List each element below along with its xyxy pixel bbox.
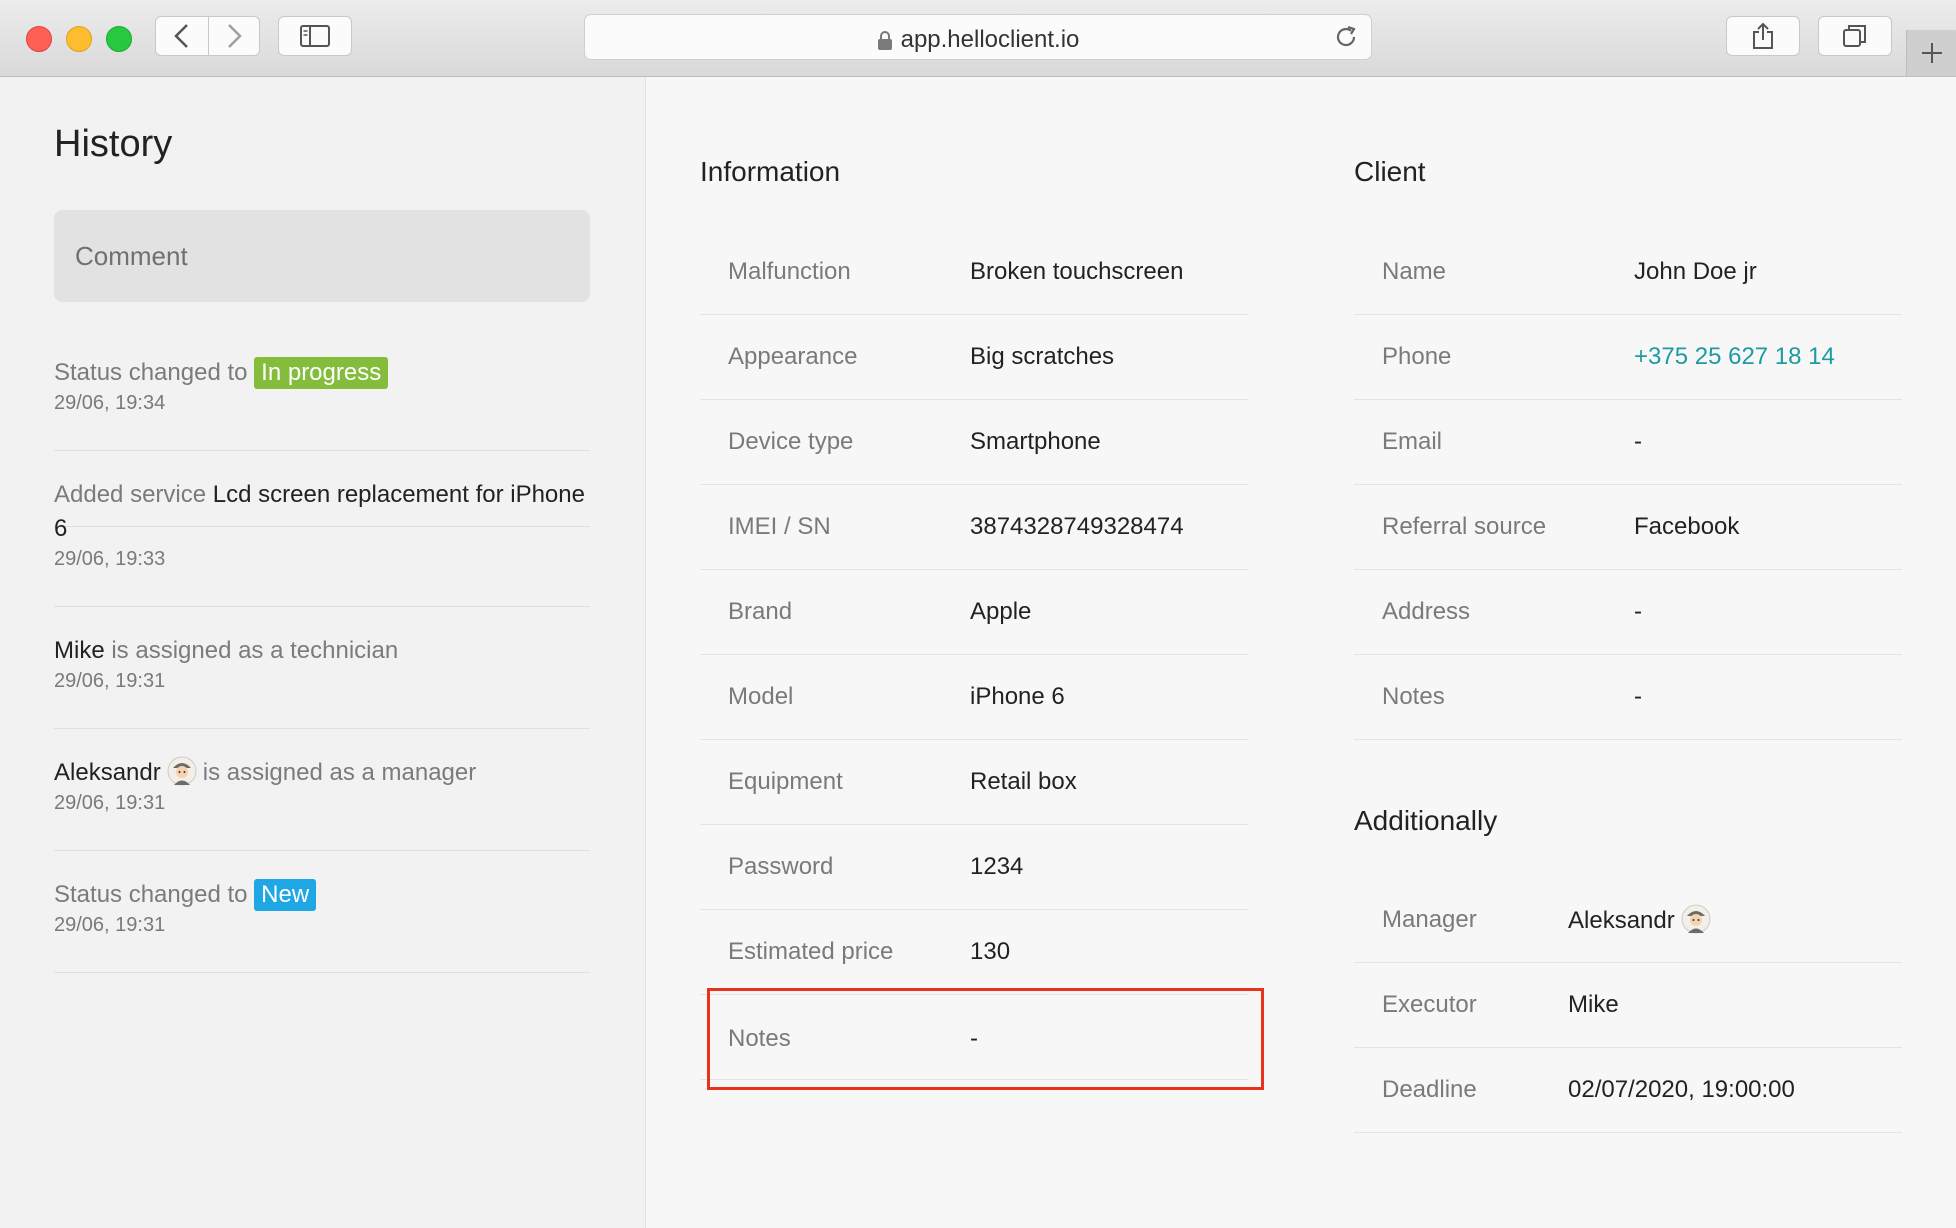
history-item: Status changed to In progress 29/06, 19:… [54,356,590,451]
share-icon [1753,22,1773,49]
client-row: Name John Doe jr [1354,230,1902,315]
history-timestamp: 29/06, 19:31 [54,792,166,814]
status-badge-in-progress: In progress [254,357,389,389]
minimize-window-button[interactable] [66,26,92,52]
additional-row: Manager Aleksandr [1354,878,1902,963]
back-button[interactable] [155,16,209,56]
client-row: Notes - [1354,655,1902,740]
history-item: Added service Lcd screen replacement for… [54,478,590,607]
history-item: Mike is assigned as a technician 29/06, … [54,634,590,729]
additional-row: Deadline 02/07/2020, 19:00:00 [1354,1048,1902,1133]
additionally-title: Additionally [1354,805,1498,836]
client-row: Phone +375 25 627 18 14 [1354,315,1902,400]
lock-icon [877,30,892,50]
browser-toolbar: app.helloclient.io [0,0,1956,77]
client-title: Client [1354,156,1426,187]
phone-link[interactable]: +375 25 627 18 14 [1634,343,1835,371]
status-badge-new: New [254,879,317,911]
info-row: Model iPhone 6 [700,655,1248,740]
share-button[interactable] [1726,16,1800,56]
history-timestamp: 29/06, 19:33 [54,548,166,570]
zoom-window-button[interactable] [106,26,132,52]
client-row: Address - [1354,570,1902,655]
additional-row: Executor Mike [1354,963,1902,1048]
forward-icon [228,24,242,48]
new-tab-button[interactable] [1906,30,1956,76]
comment-input[interactable]: Comment [54,210,590,302]
additionally-table: Manager Aleksandr Executor Mike Deadline 02… [1354,878,1902,1133]
tabs-icon [1843,25,1866,47]
back-icon [174,24,188,48]
info-row: Equipment Retail box [700,740,1248,825]
history-timestamp: 29/06, 19:31 [54,914,166,936]
history-timestamp: 29/06, 19:31 [54,670,166,692]
info-row: Password 1234 [700,825,1248,910]
address-bar[interactable]: app.helloclient.io [584,14,1372,60]
info-row: Device type Smartphone [700,400,1248,485]
info-row: Appearance Big scratches [700,315,1248,400]
info-row: IMEI / SN 3874328749328474 [700,485,1248,570]
history-title: History [54,123,173,165]
info-row: Malfunction Broken touchscreen [700,230,1248,315]
client-table: Name John Doe jr Phone +375 25 627 18 14 E… [1354,230,1902,740]
history-item: Aleksandr is assigned as a manager 29/06,… [54,756,590,851]
show-tabs-button[interactable] [1818,16,1892,56]
forward-button[interactable] [208,16,260,56]
avatar-icon [1681,904,1711,934]
information-title: Information [700,156,841,187]
client-row: Referral source Facebook [1354,485,1902,570]
history-timestamp: 29/06, 19:34 [54,392,166,414]
history-item: Status changed to New 29/06, 19:31 [54,878,590,973]
info-row: Estimated price 130 [700,910,1248,995]
url-text: app.helloclient.io [585,26,1371,54]
information-table: Malfunction Broken touchscreen Appearance… [700,230,1248,1080]
close-window-button[interactable] [26,26,52,52]
info-row: Brand Apple [700,570,1248,655]
avatar-icon [167,756,197,786]
new-tab-icon [1922,43,1942,63]
sidebar-toggle-button[interactable] [278,16,352,56]
client-row: Email - [1354,400,1902,485]
reload-icon[interactable] [1333,24,1359,50]
sidebar-toggle-icon [300,25,330,47]
notes-highlight-box [707,988,1264,1090]
